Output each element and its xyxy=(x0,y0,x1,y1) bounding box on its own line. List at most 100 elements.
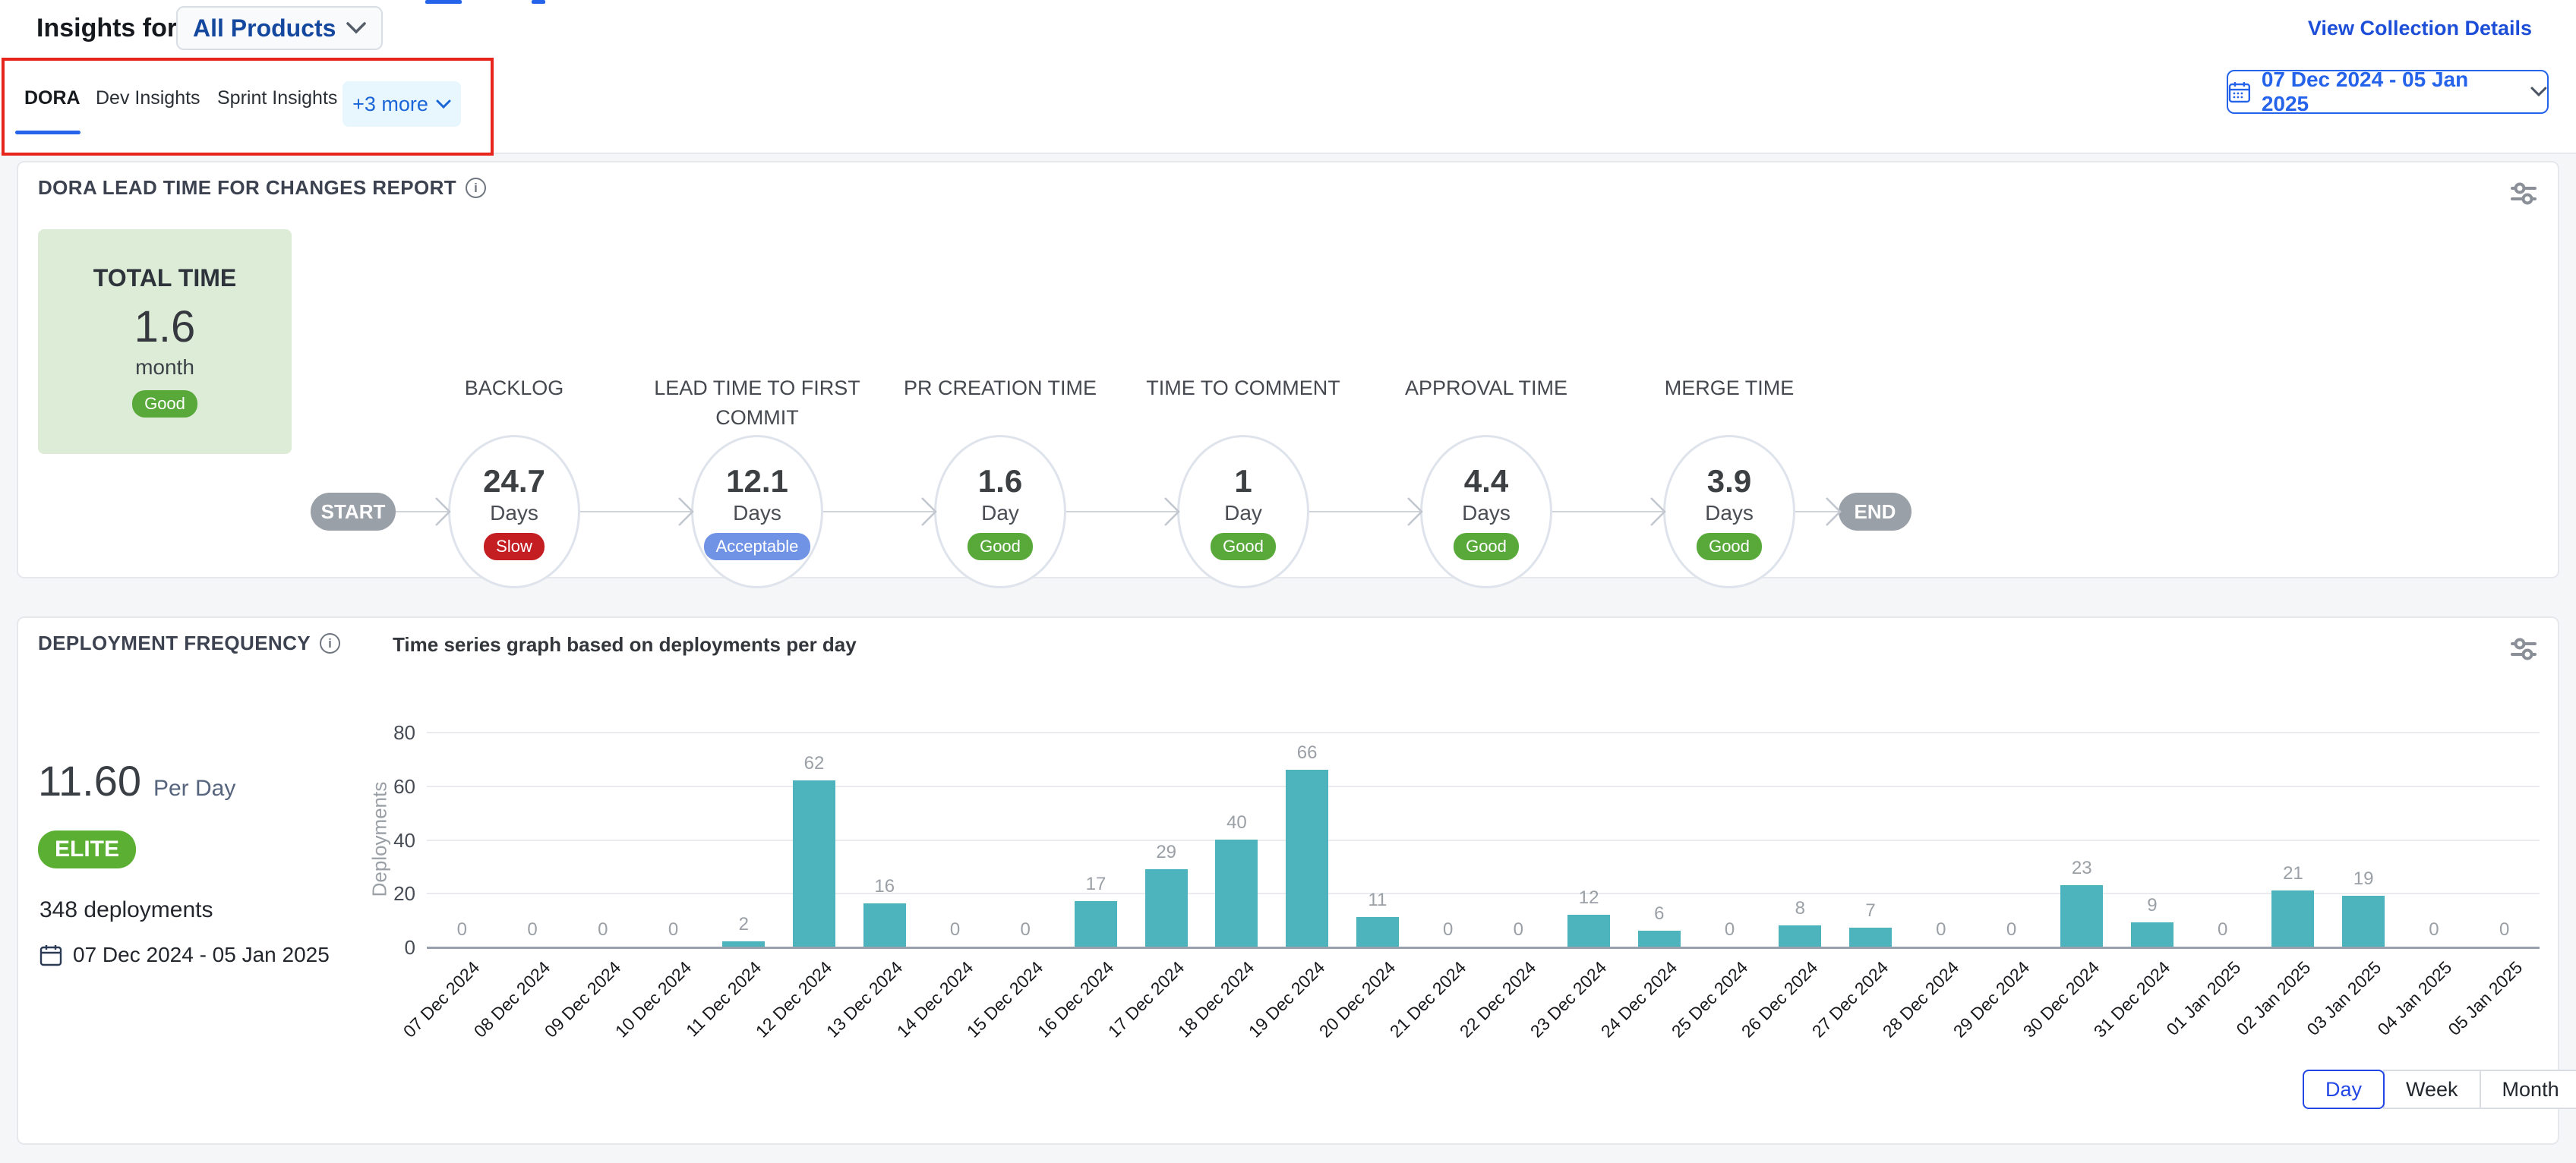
deployment-bar[interactable] xyxy=(1286,770,1328,947)
stage-name: APPROVAL TIME xyxy=(1365,373,1608,403)
bar-value-label: 2 xyxy=(709,914,778,935)
bar-value-label: 0 xyxy=(920,919,990,941)
stage-unit: Day xyxy=(981,501,1019,525)
x-tick-label: 12 Dec 2024 xyxy=(703,957,836,1090)
deployment-card-title: DEPLOYMENT FREQUENCY xyxy=(38,632,311,655)
deployment-bar[interactable] xyxy=(1779,925,1821,947)
deployment-bar[interactable] xyxy=(863,903,906,947)
y-tick-label: 80 xyxy=(370,721,415,745)
calendar-icon xyxy=(2228,80,2251,103)
pipeline-start-node: START xyxy=(311,493,396,531)
x-tick-label: 13 Dec 2024 xyxy=(774,957,907,1090)
bar-value-label: 29 xyxy=(1132,842,1201,863)
page-title: Insights for xyxy=(36,14,177,43)
deployment-bar[interactable] xyxy=(2131,922,2174,947)
y-tick-label: 40 xyxy=(370,829,415,853)
y-tick-label: 20 xyxy=(370,882,415,906)
bar-value-label: 40 xyxy=(1201,812,1271,834)
x-tick-label: 20 Dec 2024 xyxy=(1267,957,1400,1090)
x-tick-label: 29 Dec 2024 xyxy=(1901,957,2034,1090)
chevron-down-icon xyxy=(346,22,366,34)
stage-value: 12.1 xyxy=(726,463,788,500)
x-tick-label: 16 Dec 2024 xyxy=(985,957,1118,1090)
x-tick-label: 22 Dec 2024 xyxy=(1408,957,1541,1090)
bar-value-label: 16 xyxy=(850,876,920,897)
arrow-chevron-icon xyxy=(434,496,451,527)
arrow-chevron-icon xyxy=(1406,496,1423,527)
deployment-rate-unit: Per Day xyxy=(153,776,235,802)
gridline-y80 xyxy=(427,732,2540,733)
stage-status-badge: Good xyxy=(1211,533,1276,560)
chart-title: Time series graph based on deployments p… xyxy=(393,633,857,657)
x-tick-label: 26 Dec 2024 xyxy=(1690,957,1823,1090)
bar-value-label: 11 xyxy=(1343,890,1413,911)
deployment-bar[interactable] xyxy=(793,780,835,947)
x-tick-label: 10 Dec 2024 xyxy=(563,957,696,1090)
stage-unit: Days xyxy=(733,501,781,525)
bar-value-label: 0 xyxy=(1483,919,1553,941)
granularity-day-button[interactable]: Day xyxy=(2303,1070,2385,1109)
bar-value-label: 0 xyxy=(2470,919,2540,941)
stage-unit: Days xyxy=(490,501,538,525)
x-tick-label: 18 Dec 2024 xyxy=(1126,957,1259,1090)
stage-name: LEAD TIME TO FIRST COMMIT xyxy=(636,373,879,433)
bar-value-label: 0 xyxy=(1695,919,1765,941)
info-icon[interactable]: i xyxy=(466,178,486,198)
bar-value-label: 0 xyxy=(427,919,497,941)
deployment-bar[interactable] xyxy=(2342,896,2385,947)
bar-value-label: 0 xyxy=(1977,919,2047,941)
deployment-bar[interactable] xyxy=(1215,840,1258,947)
stage-name: PR CREATION TIME xyxy=(879,373,1122,403)
bar-value-label: 17 xyxy=(1061,874,1131,895)
deployment-bar[interactable] xyxy=(1567,915,1610,947)
arrow-chevron-icon xyxy=(1825,496,1842,527)
chart-settings-icon[interactable] xyxy=(2508,633,2540,665)
x-tick-label: 17 Dec 2024 xyxy=(1056,957,1189,1090)
clipped-top-text xyxy=(532,0,545,4)
stage-value: 3.9 xyxy=(1707,463,1751,500)
date-range-picker[interactable]: 07 Dec 2024 - 05 Jan 2025 xyxy=(2227,70,2549,114)
lead-time-card-title: DORA LEAD TIME FOR CHANGES REPORT xyxy=(38,176,456,200)
bar-value-label: 0 xyxy=(2188,919,2258,941)
deployment-bar[interactable] xyxy=(1145,869,1188,947)
deployment-bar[interactable] xyxy=(1638,931,1681,947)
deployment-frequency-card: DEPLOYMENT FREQUENCY i Time series graph… xyxy=(17,616,2559,1145)
info-icon[interactable]: i xyxy=(320,633,340,654)
y-tick-label: 60 xyxy=(370,775,415,799)
lead-time-card: DORA LEAD TIME FOR CHANGES REPORT i TOTA… xyxy=(17,161,2559,578)
total-time-box: TOTAL TIME 1.6 month Good xyxy=(38,229,292,454)
clipped-top-text xyxy=(425,0,462,4)
stage-name: BACKLOG xyxy=(393,373,636,403)
deployment-bar[interactable] xyxy=(1356,917,1399,947)
y-tick-label: 0 xyxy=(370,936,415,960)
total-time-value: 1.6 xyxy=(134,301,196,352)
stage-node-backlog: 24.7Days Slow xyxy=(448,435,580,588)
x-tick-label: 07 Dec 2024 xyxy=(352,957,485,1090)
stage-status-badge: Good xyxy=(1697,533,1762,560)
x-tick-label: 11 Dec 2024 xyxy=(633,957,766,1090)
stage-node-lead-time-to-first-commit: 12.1DaysAcceptable xyxy=(691,435,823,588)
calendar-icon xyxy=(39,944,62,966)
bar-value-label: 19 xyxy=(2328,868,2398,890)
chart-settings-icon[interactable] xyxy=(2508,178,2540,210)
x-tick-label: 14 Dec 2024 xyxy=(844,957,977,1090)
deployment-bar[interactable] xyxy=(2060,885,2103,947)
x-tick-label: 19 Dec 2024 xyxy=(1197,957,1330,1090)
stage-node-pr-creation-time: 1.6DayGood xyxy=(934,435,1066,588)
total-time-label: TOTAL TIME xyxy=(93,264,236,292)
x-tick-label: 21 Dec 2024 xyxy=(1337,957,1470,1090)
stage-node-approval-time: 4.4DaysGood xyxy=(1420,435,1552,588)
deployment-bar[interactable] xyxy=(1849,928,1892,947)
x-tick-label: 30 Dec 2024 xyxy=(1971,957,2104,1090)
deployment-bar[interactable] xyxy=(1075,901,1117,947)
view-collection-details-link[interactable]: View Collection Details xyxy=(2308,17,2532,40)
stage-unit: Day xyxy=(1224,501,1262,525)
stage-status-badge: Slow xyxy=(484,533,545,560)
deployment-bar[interactable] xyxy=(722,941,765,947)
granularity-month-button[interactable]: Month xyxy=(2480,1070,2576,1109)
deployment-bar[interactable] xyxy=(2271,890,2314,947)
stage-value: 24.7 xyxy=(483,463,545,500)
bar-value-label: 12 xyxy=(1554,887,1624,909)
x-tick-label: 02 Jan 2025 xyxy=(2183,957,2316,1090)
product-selector-dropdown[interactable]: All Products xyxy=(176,6,383,50)
